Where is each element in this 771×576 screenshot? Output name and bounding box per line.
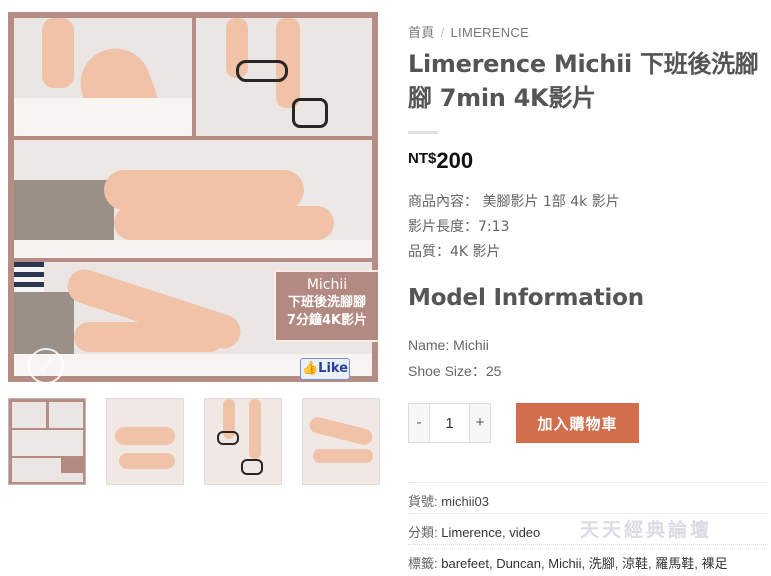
category-label: 分類: (408, 525, 438, 540)
tag-link[interactable]: Michii (548, 556, 581, 571)
product-description: 商品內容： 美腳影片 1部 4k 影片 影片長度：7:13 品質：4K 影片 (408, 190, 620, 265)
model-name: Name: Michii (408, 337, 489, 353)
detail-content: 商品內容： 美腳影片 1部 4k 影片 (408, 194, 620, 210)
thumbnail-1[interactable] (8, 398, 86, 485)
forum-watermark: 天天經典論壇 (580, 519, 713, 541)
tag-link[interactable]: barefeet (441, 556, 489, 571)
sku-label: 貨號: (408, 494, 438, 509)
like-badge: 👍Like (300, 358, 350, 380)
thumbnail-3[interactable] (204, 398, 282, 485)
tags-label: 標籤: (408, 556, 438, 571)
model-shoe-size: Shoe Size：25 (408, 363, 502, 379)
video-title-overlay: Michii 下班後洗腳腳 7分鐘4K影片 (274, 270, 378, 342)
product-sku: 貨號: michii03 (408, 482, 768, 512)
thumbnail-2[interactable] (106, 398, 184, 485)
expand-icon[interactable]: ⤢ (28, 348, 64, 382)
price-currency: NT$ (408, 150, 437, 167)
product-tags: 標籤: barefeet, Duncan, Michii, 洗腳, 涼鞋, 羅馬… (408, 544, 768, 574)
tag-link[interactable]: Duncan (496, 556, 541, 571)
thumbnail-strip (8, 398, 380, 486)
image-panel-top-left (14, 18, 192, 136)
like-label: Like (318, 361, 349, 376)
breadcrumb: 首頁 / LIMERENCE (408, 22, 529, 41)
product-price: NT$200 (408, 148, 473, 174)
tag-link[interactable]: 裸足 (701, 556, 727, 571)
tag-link[interactable]: 洗腳 (589, 556, 615, 571)
detail-duration: 影片長度：7:13 (408, 219, 510, 235)
quantity-minus-button[interactable]: - (408, 403, 430, 443)
overlay-duration: 7分鐘4K影片 (286, 313, 368, 328)
overlay-model-name: Michii (306, 277, 348, 293)
product-main-image[interactable]: Michii 下班後洗腳腳 7分鐘4K影片 👍Like ⤢ (8, 12, 378, 382)
title-divider (408, 131, 438, 134)
breadcrumb-category-link[interactable]: LIMERENCE (451, 25, 530, 40)
quantity-input[interactable] (430, 403, 469, 443)
quantity-plus-button[interactable]: + (469, 403, 491, 443)
sku-value: michii03 (441, 494, 489, 509)
breadcrumb-home-link[interactable]: 首頁 (408, 25, 435, 40)
product-title: Limerence Michii 下班後洗腳腳 7min 4K影片 (408, 50, 759, 112)
model-info: Name: Michii Shoe Size：25 (408, 332, 501, 384)
thumbs-up-icon: 👍 (301, 361, 319, 376)
category-link[interactable]: Limerence (441, 525, 502, 540)
model-info-heading: Model Information (408, 285, 644, 311)
overlay-title: 下班後洗腳腳 (287, 295, 366, 310)
image-panel-middle (14, 140, 372, 258)
thumbnail-4[interactable] (302, 398, 380, 485)
breadcrumb-separator: / (440, 25, 445, 40)
tag-link[interactable]: 羅馬鞋 (655, 556, 694, 571)
tag-link[interactable]: 涼鞋 (622, 556, 648, 571)
price-amount: 200 (436, 148, 474, 173)
detail-quality: 品質：4K 影片 (408, 244, 501, 260)
image-panel-top-right (196, 18, 372, 136)
add-to-cart-button[interactable]: 加入購物車 (516, 403, 639, 443)
category-link[interactable]: video (509, 525, 540, 540)
quantity-stepper: - + (408, 403, 491, 443)
